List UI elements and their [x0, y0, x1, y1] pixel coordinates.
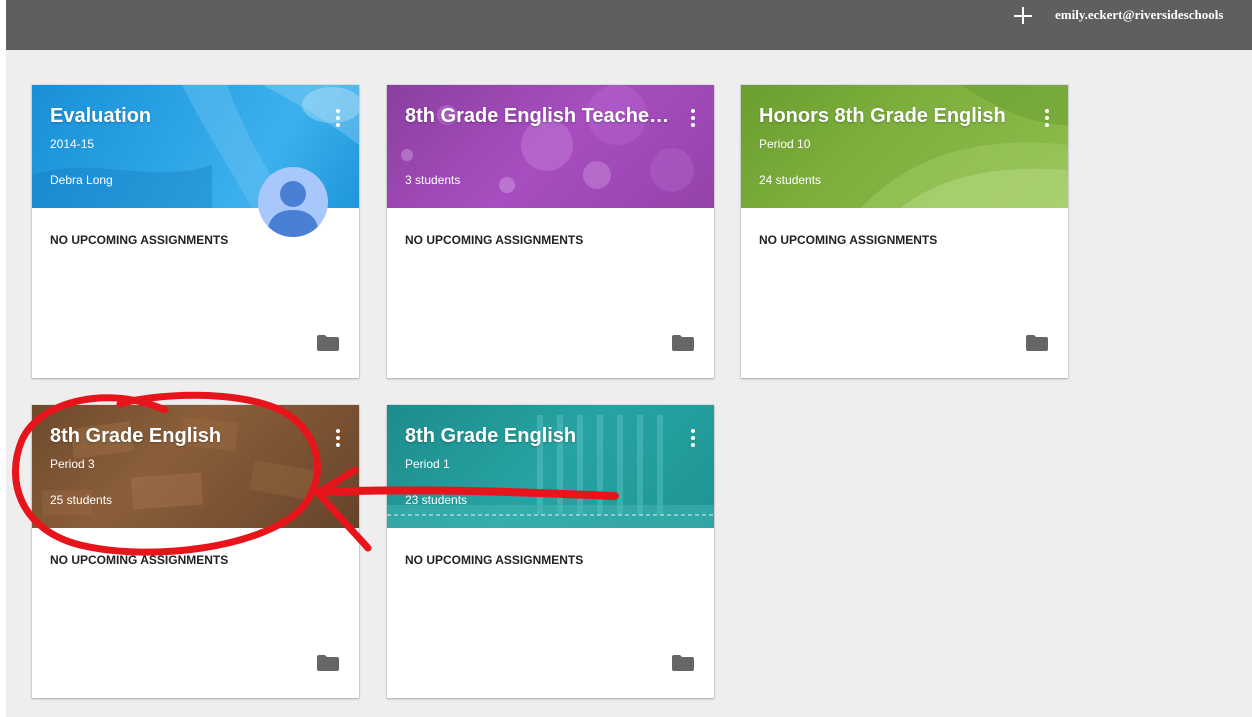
class-section: Period 3 [50, 457, 95, 471]
card-header[interactable]: Honors 8th Grade English Period 10 24 st… [741, 85, 1068, 208]
class-title[interactable]: Honors 8th Grade English [759, 105, 1029, 128]
more-options-icon[interactable] [690, 109, 696, 129]
class-section: 2014-15 [50, 137, 95, 151]
header-background-art [401, 85, 694, 193]
more-options-icon[interactable] [690, 429, 696, 449]
student-count: 23 students [405, 493, 468, 507]
student-count: 25 students [50, 493, 113, 507]
classroom-app: emily.eckert@riversideschools Evaluation… [6, 0, 1252, 717]
card-header[interactable]: 8th Grade English Period 3 25 students [32, 405, 359, 528]
assignments-status: NO UPCOMING ASSIGNMENTS [405, 553, 584, 567]
class-card[interactable]: Evaluation 2014-15 Debra Long NO UPCOMIN… [32, 85, 359, 378]
more-options-icon[interactable] [335, 109, 341, 129]
class-title[interactable]: 8th Grade English [405, 425, 675, 448]
folder-icon[interactable] [672, 655, 694, 671]
plus-icon[interactable] [1012, 5, 1034, 27]
class-card[interactable]: Honors 8th Grade English Period 10 24 st… [741, 85, 1068, 378]
account-email[interactable]: emily.eckert@riversideschools [1055, 7, 1252, 23]
assignments-status: NO UPCOMING ASSIGNMENTS [405, 233, 584, 247]
assignments-status: NO UPCOMING ASSIGNMENTS [50, 233, 229, 247]
class-title[interactable]: Evaluation [50, 105, 320, 128]
folder-icon[interactable] [317, 335, 339, 351]
card-header[interactable]: 8th Grade English Teache… 3 students [387, 85, 714, 208]
teacher-name: Debra Long [50, 173, 113, 187]
folder-icon[interactable] [1026, 335, 1048, 351]
assignments-status: NO UPCOMING ASSIGNMENTS [50, 553, 229, 567]
assignments-status: NO UPCOMING ASSIGNMENTS [759, 233, 938, 247]
class-section: Period 1 [405, 457, 450, 471]
class-card[interactable]: 8th Grade English Teache… 3 students NO … [387, 85, 714, 378]
class-title[interactable]: 8th Grade English Teache… [405, 105, 675, 128]
folder-icon[interactable] [672, 335, 694, 351]
person-icon [267, 181, 319, 237]
card-header[interactable]: 8th Grade English Period 1 23 students [387, 405, 714, 528]
student-count: 3 students [405, 173, 461, 187]
more-options-icon[interactable] [335, 429, 341, 449]
class-section: Period 10 [759, 137, 811, 151]
folder-icon[interactable] [317, 655, 339, 671]
class-card[interactable]: 8th Grade English Period 3 25 students N… [32, 405, 359, 698]
class-card[interactable]: 8th Grade English Period 1 23 students N… [387, 405, 714, 698]
student-count: 24 students [759, 173, 822, 187]
top-bar: emily.eckert@riversideschools [6, 0, 1252, 50]
avatar [258, 167, 328, 237]
class-title[interactable]: 8th Grade English [50, 425, 320, 448]
more-options-icon[interactable] [1044, 109, 1050, 129]
